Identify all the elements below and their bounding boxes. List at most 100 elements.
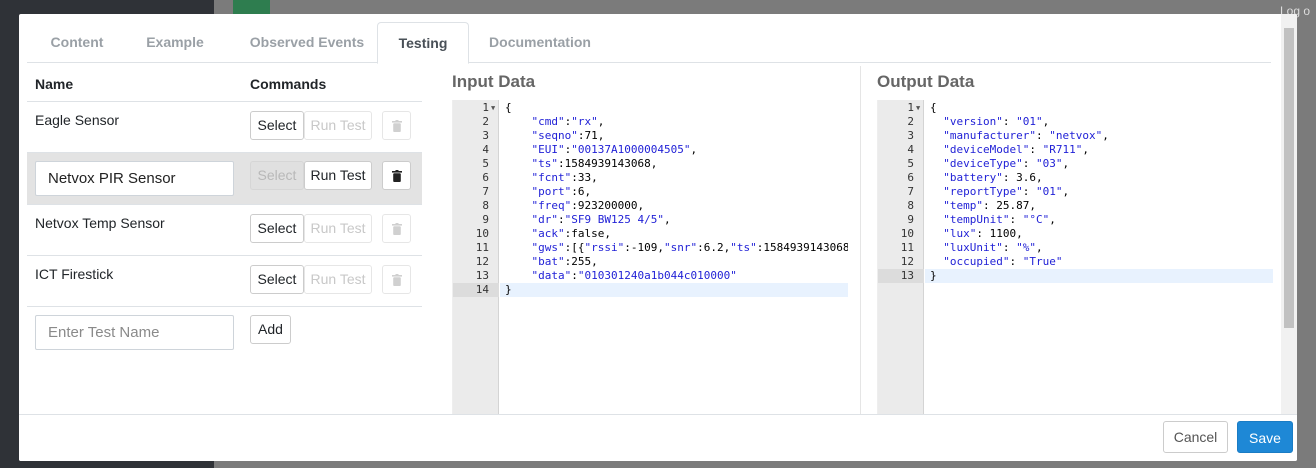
pane-divider: [860, 66, 861, 415]
tests-table: Name Commands Eagle Sensor Select Run Te…: [27, 70, 422, 415]
code-line: "EUI":"00137A1000004505",: [531, 143, 698, 156]
name-column-header: Name: [35, 76, 74, 92]
input-data-title: Input Data: [452, 72, 536, 91]
code-line: {: [505, 101, 512, 114]
code-line: "fcnt":33,: [531, 171, 598, 184]
line-number: 5: [907, 157, 914, 170]
code-line: "reportType": "01",: [943, 185, 1070, 198]
test-name[interactable]: Netvox Temp Sensor: [35, 215, 165, 231]
trash-icon: [391, 169, 402, 182]
trash-icon: [391, 273, 402, 286]
fold-toggle-icon[interactable]: ▼: [916, 101, 920, 115]
line-number: 4: [907, 143, 914, 156]
trash-icon: [391, 222, 402, 235]
code-line: "port":6,: [531, 185, 592, 198]
line-number: 11: [900, 241, 914, 254]
line-number: 3: [482, 129, 489, 142]
code-line: "seqno":71,: [531, 129, 605, 142]
code-line: }: [505, 283, 512, 296]
code-line: "lux": 1100,: [943, 227, 1023, 240]
tab-observed-events[interactable]: Observed Events: [237, 22, 377, 63]
line-number: 2: [482, 115, 489, 128]
code-line: "cmd":"rx",: [531, 115, 605, 128]
active-line-highlight: [925, 269, 1273, 283]
code-line: "bat":255,: [531, 255, 598, 268]
code-line: "luxUnit": "%",: [943, 241, 1043, 254]
scrollbar-thumb[interactable]: [1284, 28, 1294, 328]
delete-button[interactable]: [382, 214, 411, 243]
line-number: 13: [900, 269, 914, 282]
line-number: 6: [482, 171, 489, 184]
tab-example[interactable]: Example: [130, 22, 220, 63]
run-test-button[interactable]: Run Test: [304, 161, 372, 190]
code-line: "temp": 25.87,: [943, 199, 1036, 212]
active-line-highlight: [500, 283, 848, 297]
code-line: "dr":"SF9 BW125 4/5",: [531, 213, 671, 226]
line-number: 12: [900, 255, 914, 268]
code-line: "deviceModel": "R711",: [943, 143, 1089, 156]
test-row: Netvox Temp Sensor Select Run Test: [27, 204, 422, 255]
code-line: "occupied": "True": [943, 255, 1063, 268]
line-number: 7: [482, 185, 489, 198]
line-number: 11: [475, 241, 489, 254]
app-logo: [233, 0, 270, 14]
code-line: "data":"010301240a1b044c010000": [531, 269, 737, 282]
output-data-editor[interactable]: 1 {2 "version": "01", 3 "manufacturer": "n…: [877, 100, 1273, 415]
test-row-selected: Netvox PIR Sensor Select Run Test: [27, 152, 422, 204]
cancel-button[interactable]: Cancel: [1163, 421, 1228, 453]
test-name-input[interactable]: Netvox PIR Sensor: [35, 161, 234, 196]
line-number: 14: [475, 283, 489, 296]
new-test-row: Enter Test Name Add: [27, 306, 422, 366]
line-number: 10: [475, 227, 489, 240]
line-number: 3: [907, 129, 914, 142]
add-test-button[interactable]: Add: [250, 315, 291, 344]
line-number: 9: [482, 213, 489, 226]
run-test-button[interactable]: Run Test: [304, 265, 372, 294]
delete-button[interactable]: [382, 161, 411, 190]
line-number: 6: [907, 171, 914, 184]
run-test-button[interactable]: Run Test: [304, 111, 372, 140]
test-row: Eagle Sensor Select Run Test: [27, 101, 422, 152]
line-number: 8: [907, 199, 914, 212]
line-number: 7: [907, 185, 914, 198]
code-line: }: [930, 269, 937, 282]
line-number: 1: [907, 101, 914, 114]
select-button[interactable]: Select: [250, 111, 304, 140]
input-data-editor[interactable]: 1 {2 "cmd":"rx", 3 "seqno":71, 4 "EUI":"001…: [452, 100, 848, 415]
delete-button[interactable]: [382, 111, 411, 140]
run-test-button[interactable]: Run Test: [304, 214, 372, 243]
select-button[interactable]: Select: [250, 265, 304, 294]
code-line: {: [930, 101, 937, 114]
code-line: "ts":1584939143068,: [531, 157, 658, 170]
commands-column-header: Commands: [250, 76, 327, 92]
line-number: 8: [482, 199, 489, 212]
save-button[interactable]: Save: [1237, 421, 1293, 453]
tab-testing[interactable]: Testing: [377, 22, 469, 64]
code-line: "deviceType": "03",: [943, 157, 1070, 170]
delete-button[interactable]: [382, 265, 411, 294]
modal-footer: Cancel Save: [19, 414, 1297, 461]
code-line: "ack":false,: [531, 227, 611, 240]
line-number: 4: [482, 143, 489, 156]
modal-scrollbar[interactable]: [1281, 14, 1297, 414]
output-data-title: Output Data: [877, 72, 975, 91]
select-button[interactable]: Select: [250, 214, 304, 243]
new-test-name-input[interactable]: Enter Test Name: [35, 315, 234, 350]
select-button[interactable]: Select: [250, 161, 304, 190]
test-row: ICT Firestick Select Run Test: [27, 255, 422, 306]
code-line: "tempUnit": "°C",: [943, 213, 1056, 226]
fold-toggle-icon[interactable]: ▼: [491, 101, 495, 115]
tab-content[interactable]: Content: [27, 22, 127, 63]
line-number: 5: [482, 157, 489, 170]
code-line: "freq":923200000,: [531, 199, 645, 212]
line-number: 13: [475, 269, 489, 282]
trash-icon: [391, 119, 402, 132]
test-modal: Content Example Observed Events Testing …: [19, 14, 1297, 461]
test-name[interactable]: Eagle Sensor: [35, 112, 119, 128]
tab-documentation[interactable]: Documentation: [485, 22, 595, 63]
line-number: 1: [482, 101, 489, 114]
test-name[interactable]: ICT Firestick: [35, 266, 113, 282]
line-number: 10: [900, 227, 914, 240]
code-line: "gws":[{"rssi":-109,"snr":6.2,"ts":15849…: [531, 241, 849, 254]
code-line: "manufacturer": "netvox",: [943, 129, 1109, 142]
